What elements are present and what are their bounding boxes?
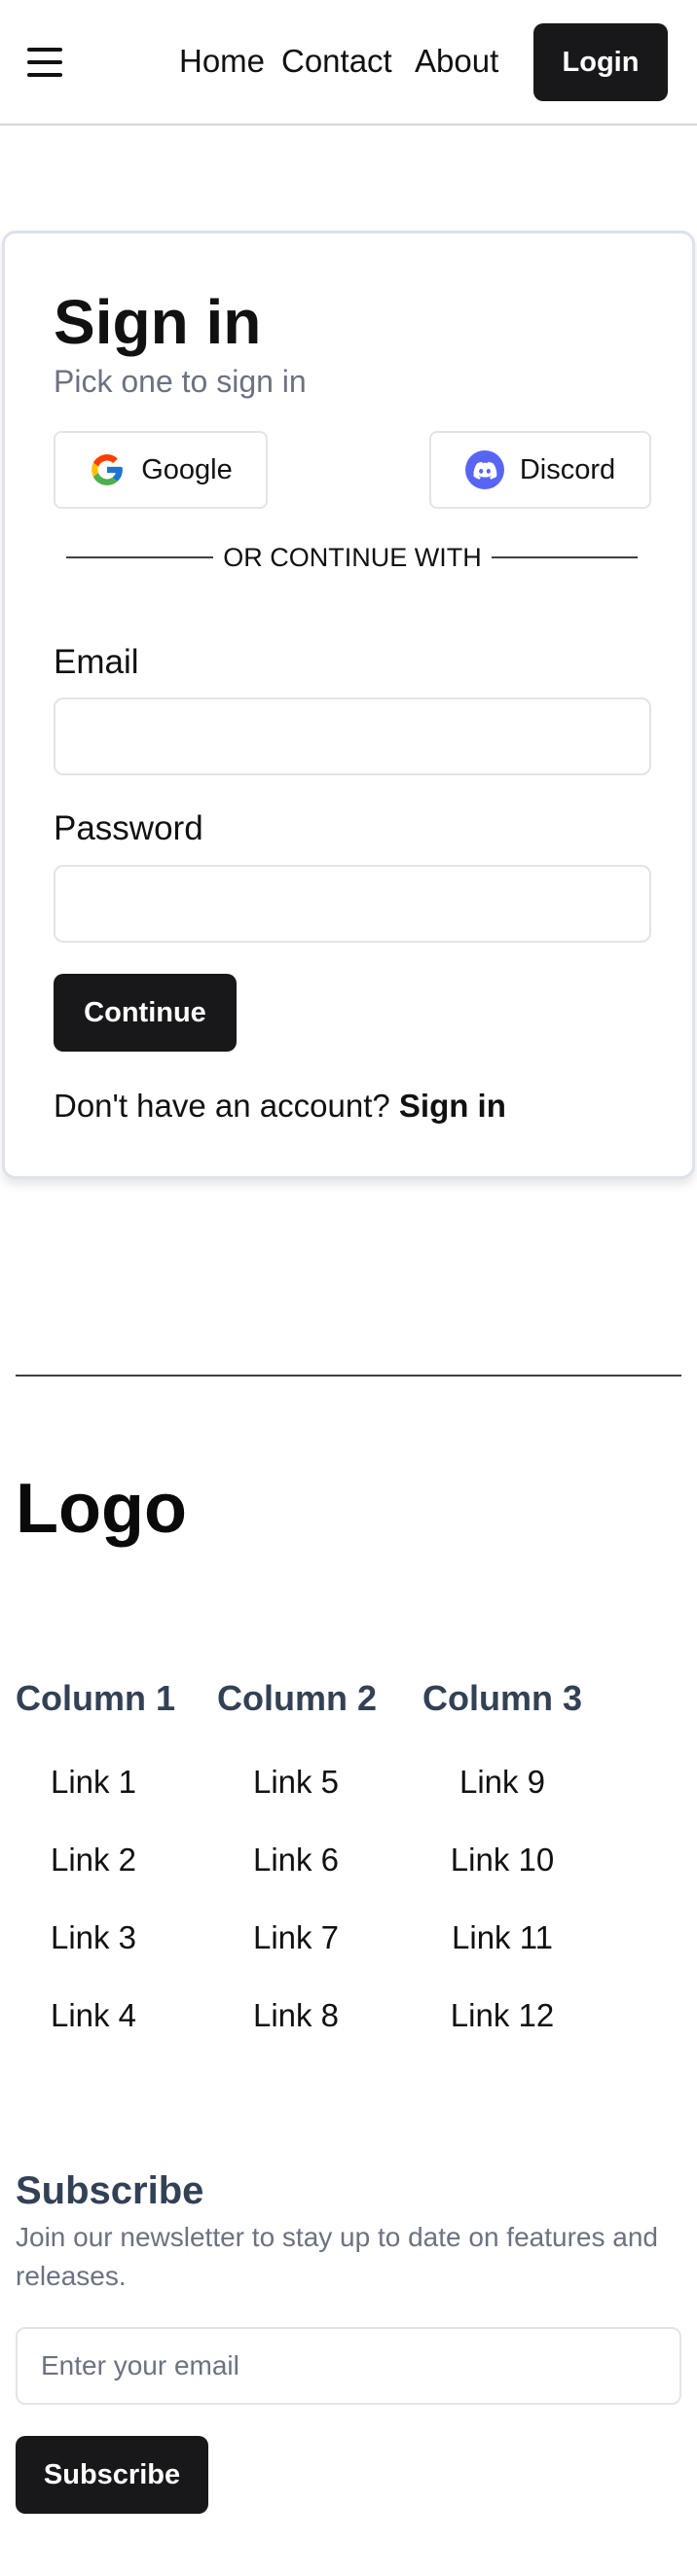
divider-label: OR CONTINUE WITH bbox=[54, 541, 651, 574]
login-button[interactable]: Login bbox=[533, 23, 668, 101]
nav-link-about[interactable]: About bbox=[415, 42, 498, 81]
email-field[interactable] bbox=[54, 698, 651, 775]
footer-link[interactable]: Link 7 bbox=[218, 1918, 374, 1957]
no-account-prompt: Don't have an account? Sign in bbox=[54, 1086, 506, 1127]
footer-link[interactable]: Link 5 bbox=[218, 1763, 374, 1802]
footer-link[interactable]: Link 1 bbox=[16, 1763, 171, 1802]
signin-subtitle: Pick one to sign in bbox=[54, 364, 307, 399]
password-label: Password bbox=[54, 809, 203, 847]
signin-title: Sign in bbox=[54, 287, 262, 357]
footer-column-2-title: Column 2 bbox=[217, 1678, 378, 1718]
footer-link[interactable]: Link 12 bbox=[424, 1996, 580, 2035]
google-button-label: Google bbox=[141, 453, 233, 485]
discord-button-label: Discord bbox=[519, 453, 616, 485]
signin-card: Sign in Pick one to sign in Google Disco… bbox=[2, 231, 695, 1179]
footer-link[interactable]: Link 8 bbox=[218, 1996, 374, 2035]
google-icon bbox=[92, 454, 124, 485]
newsletter-email-input[interactable] bbox=[16, 2327, 681, 2405]
footer-link[interactable]: Link 9 bbox=[424, 1763, 580, 1802]
password-field[interactable] bbox=[54, 865, 651, 943]
footer-column-3-title: Column 3 bbox=[422, 1678, 583, 1718]
footer-divider bbox=[16, 1375, 681, 1377]
hamburger-menu-icon[interactable] bbox=[27, 47, 62, 78]
footer-link[interactable]: Link 11 bbox=[424, 1918, 580, 1957]
footer-link[interactable]: Link 10 bbox=[424, 1841, 580, 1879]
footer-link[interactable]: Link 3 bbox=[16, 1918, 171, 1957]
footer-logo: Logo bbox=[16, 1470, 187, 1548]
footer-column-1-title: Column 1 bbox=[16, 1678, 176, 1718]
footer-link[interactable]: Link 2 bbox=[16, 1841, 171, 1879]
email-label: Email bbox=[54, 643, 139, 681]
footer-link[interactable]: Link 6 bbox=[218, 1841, 374, 1879]
subscribe-button[interactable]: Subscribe bbox=[16, 2436, 208, 2514]
page: Home Contact About Login Sign in Pick on… bbox=[0, 0, 697, 2576]
top-navbar: Home Contact About Login bbox=[0, 0, 697, 125]
google-signin-button[interactable]: Google bbox=[54, 431, 268, 509]
continue-button[interactable]: Continue bbox=[54, 974, 237, 1052]
nav-link-home[interactable]: Home bbox=[179, 42, 265, 81]
signup-link[interactable]: Sign in bbox=[399, 1088, 506, 1124]
footer-link[interactable]: Link 4 bbox=[16, 1996, 171, 2035]
discord-icon bbox=[464, 450, 504, 489]
subscribe-description: Join our newsletter to stay up to date o… bbox=[16, 2222, 658, 2291]
subscribe-title: Subscribe bbox=[16, 2169, 204, 2212]
discord-signin-button[interactable]: Discord bbox=[429, 431, 651, 509]
nav-link-contact[interactable]: Contact bbox=[281, 42, 392, 81]
no-account-text: Don't have an account? bbox=[54, 1088, 390, 1124]
